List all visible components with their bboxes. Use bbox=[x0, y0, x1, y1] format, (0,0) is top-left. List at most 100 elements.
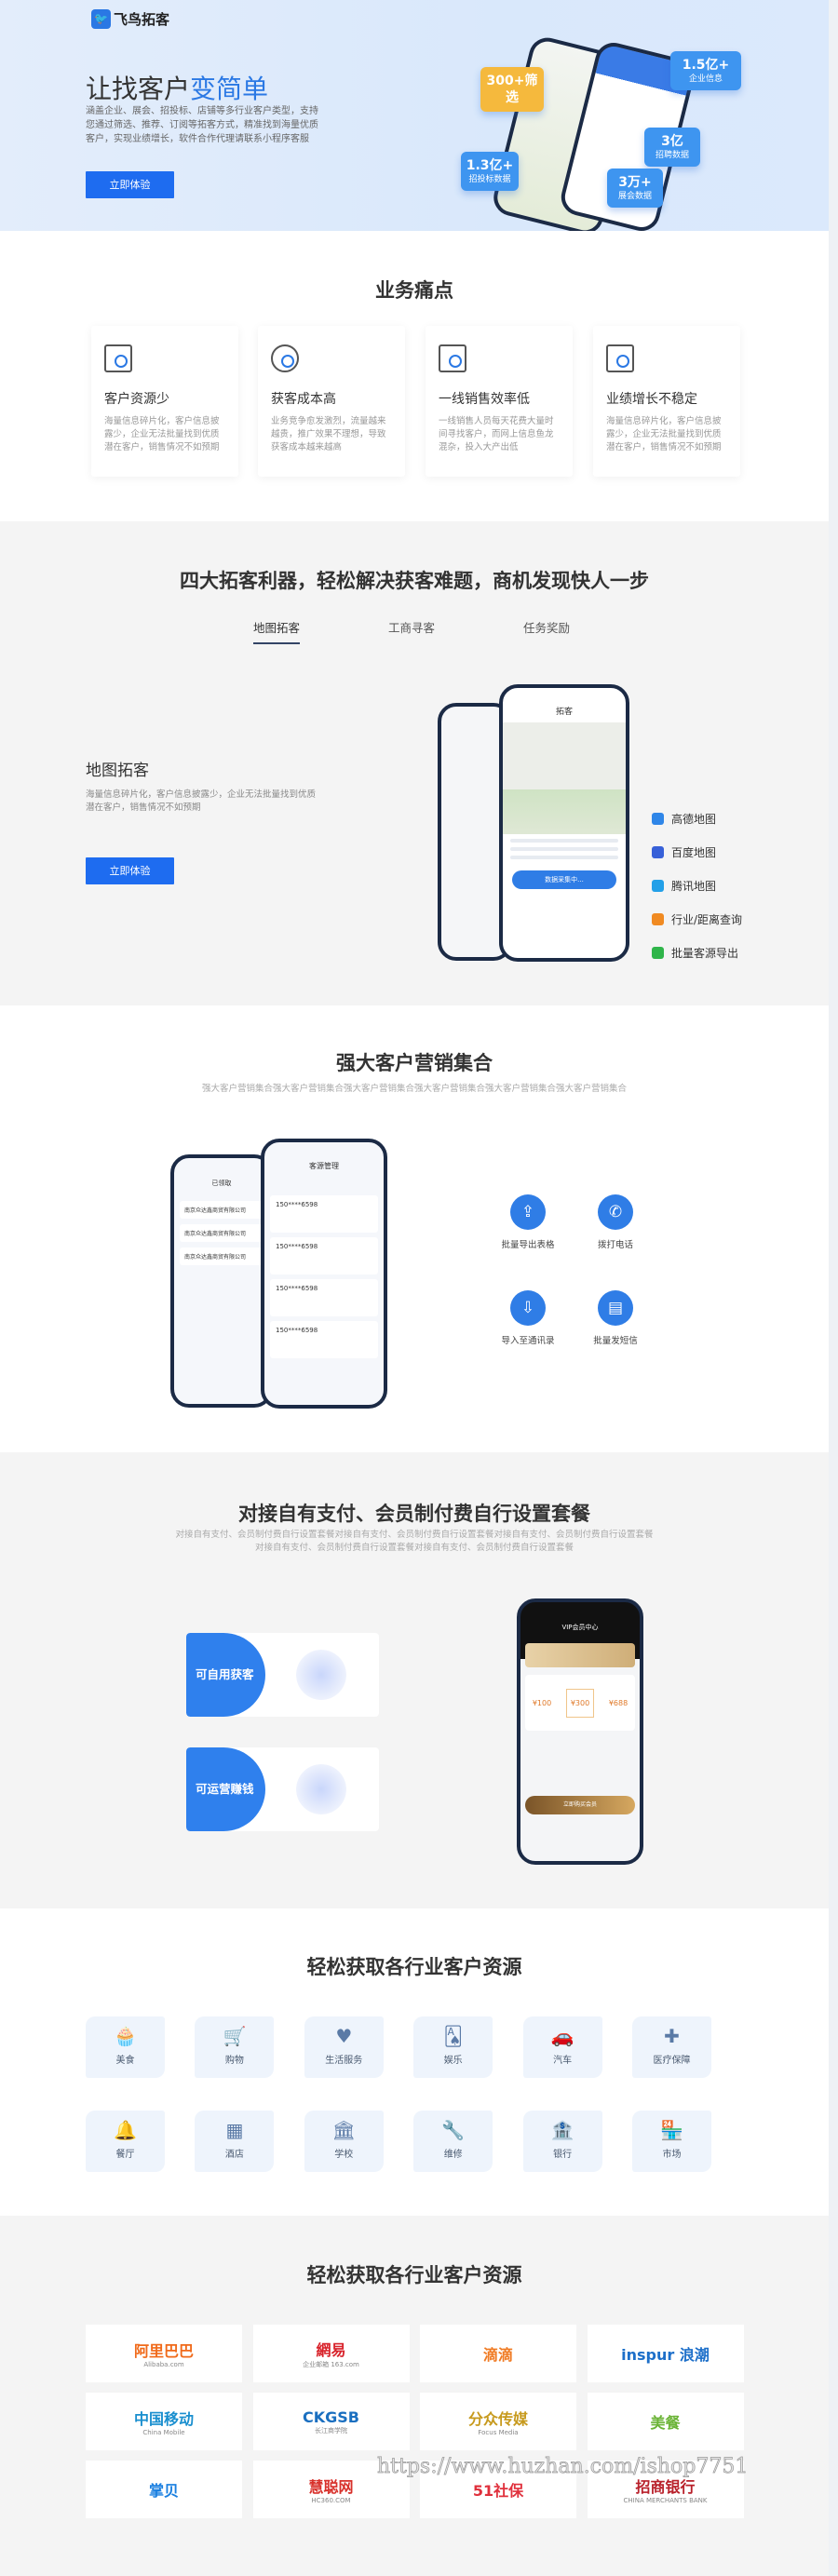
action-call[interactable]: ✆ 拨打电话 bbox=[569, 1194, 662, 1250]
industry-label: 生活服务 bbox=[325, 2056, 363, 2066]
industry-tile[interactable]: ♥ 生活服务 bbox=[304, 2016, 384, 2078]
map-source-item: 行业/距离查询 bbox=[652, 911, 742, 927]
client-logo: CKGSB 长江商学院 bbox=[252, 2393, 410, 2450]
clients-section: 轻松获取各行业客户资源 阿里巴巴 Alibaba.com 網易 企业邮箱 163.co… bbox=[0, 2216, 829, 2576]
phone-mockup-leads: 客源管理 150****6598 150****6598 150****6598… bbox=[261, 1139, 387, 1409]
section-title: 强大客户营销集合 bbox=[336, 1052, 493, 1074]
industry-tile[interactable]: 🧁 美食 bbox=[86, 2016, 165, 2078]
industry-label: 医疗保障 bbox=[653, 2056, 691, 2066]
phone-mockup-claimed: 已领取 南京众达鑫商贸有限公司 南京众达鑫商贸有限公司 南京众达鑫商贸有限公司 bbox=[170, 1154, 273, 1408]
tab-map[interactable]: 地图拓客 bbox=[253, 618, 301, 644]
payment-section: 对接自有支付、会员制付费自行设置套餐 对接自有支付、会员制付费自行设置套餐对接自… bbox=[0, 1452, 829, 1908]
industry-icon: 🂡 bbox=[443, 2025, 463, 2047]
industry-icon: 🏛 bbox=[331, 2119, 356, 2141]
client-logo: inspur 浪潮 bbox=[587, 2325, 744, 2382]
section-title: 轻松获取各行业客户资源 bbox=[306, 2264, 522, 2286]
hero-title-a: 让找客户 bbox=[86, 74, 191, 104]
card-desc: 海量信息碎片化，客户信息披露少，企业无法批量找到优质潜在客户，销售情况不如预期 bbox=[104, 416, 220, 452]
client-logo: 滴滴 bbox=[420, 2325, 576, 2382]
industry-tile[interactable]: 🏪 市场 bbox=[632, 2111, 711, 2172]
card-desc: 一线销售人员每天花费大量时间寻找客户，而网上信息鱼龙混杂，投入大产出低 bbox=[439, 416, 554, 452]
industry-label: 维修 bbox=[443, 2150, 463, 2160]
industry-icon: 🔧 bbox=[441, 2119, 466, 2141]
card-title: 一线销售效率低 bbox=[439, 392, 530, 407]
try-now-button[interactable]: 立即体验 bbox=[86, 857, 174, 884]
customer-search-icon bbox=[104, 344, 132, 372]
hero-title: 让找客户变简单 bbox=[86, 69, 268, 106]
action-export-table[interactable]: ⇪ 批量导出表格 bbox=[481, 1194, 574, 1250]
user-icon bbox=[296, 1650, 346, 1700]
hero-description: 涵盖企业、展会、招投标、店铺等多行业客户类型，支持您通过筛选、推荐、订阅等拓客方… bbox=[86, 106, 318, 144]
bird-icon: 🐦 bbox=[91, 9, 111, 29]
tab-business[interactable]: 工商寻客 bbox=[388, 618, 435, 636]
client-logo: 美餐 bbox=[587, 2393, 744, 2450]
amap-icon bbox=[652, 813, 664, 825]
section-subtitle: 对接自有支付、会员制付费自行设置套餐对接自有支付、会员制付费自行设置套餐 bbox=[254, 1543, 574, 1553]
tools-section: 四大拓客利器，轻松解决获客难题，商机发现快人一步 地图拓客 工商寻客 任务奖励 … bbox=[0, 521, 829, 1005]
map-source-item: 百度地图 bbox=[652, 844, 716, 860]
watermark: https://www.huzhan.com/ishop7751 bbox=[377, 2455, 749, 2479]
phone-title: 拓客 bbox=[555, 708, 573, 717]
monitor-chart-icon bbox=[296, 1764, 346, 1814]
industry-tile[interactable]: ▦ 酒店 bbox=[195, 2111, 275, 2172]
industry-icon: 🏪 bbox=[660, 2119, 683, 2141]
trend-chart-icon bbox=[606, 344, 634, 372]
industry-label: 购物 bbox=[224, 2056, 244, 2066]
industry-tile[interactable]: 🚗 汽车 bbox=[522, 2016, 602, 2078]
feature-card-self-use: 可自用获客 bbox=[186, 1633, 379, 1717]
brand-logo[interactable]: 🐦 飞鸟拓客 bbox=[91, 9, 169, 29]
industry-label: 学校 bbox=[334, 2150, 354, 2160]
industry-tile[interactable]: 🂡 娱乐 bbox=[413, 2016, 493, 2078]
pain-card: 获客成本高 业务竞争愈发激烈，流量越来越贵，推广效果不理想，导致获客成本越来越高 bbox=[258, 326, 405, 477]
industry-tile[interactable]: 🛒 购物 bbox=[195, 2016, 275, 2078]
section-title: 对接自有支付、会员制付费自行设置套餐 bbox=[238, 1503, 590, 1525]
pain-card: 业绩增长不稳定 海量信息碎片化，客户信息披露少，企业无法批量找到优质潜在客户，销售… bbox=[593, 326, 740, 477]
action-send-sms[interactable]: ▤ 批量发短信 bbox=[569, 1290, 662, 1346]
section-subtitle: 强大客户营销集合强大客户营销集合强大客户营销集合强大客户营销集合强大客户营销集合… bbox=[201, 1084, 627, 1094]
industry-tile[interactable]: 🔔 餐厅 bbox=[86, 2111, 165, 2172]
card-desc: 海量信息碎片化，客户信息披露少，企业无法批量找到优质潜在客户，销售情况不如预期 bbox=[606, 416, 722, 452]
industry-tile[interactable]: 🔧 维修 bbox=[413, 2111, 493, 2172]
map-source-item: 腾讯地图 bbox=[652, 878, 716, 894]
hero-title-highlight: 变简单 bbox=[190, 74, 269, 104]
try-now-button[interactable]: 立即体验 bbox=[86, 171, 174, 198]
industry-tile[interactable]: 🏛 学校 bbox=[304, 2111, 384, 2172]
client-logo: 掌贝 bbox=[86, 2461, 242, 2518]
section-title: 业务痛点 bbox=[375, 279, 453, 302]
export-icon bbox=[652, 947, 664, 959]
industry-label: 市场 bbox=[662, 2150, 682, 2160]
pain-points-section: 业务痛点 客户资源少海量信息碎片化，客户信息披露少，企业无法批量找到优质潜在客户… bbox=[0, 231, 829, 521]
industry-tile[interactable]: ✚ 医疗保障 bbox=[632, 2016, 711, 2078]
marketing-section: 强大客户营销集合 强大客户营销集合强大客户营销集合强大客户营销集合强大客户营销集… bbox=[0, 1005, 829, 1452]
collect-button: 数据采集中... bbox=[512, 870, 616, 889]
industry-label: 娱乐 bbox=[443, 2056, 463, 2066]
card-desc: 业务竞争愈发激烈，流量越来越贵，推广效果不理想，导致获客成本越来越高 bbox=[271, 416, 386, 452]
section-subtitle: 对接自有支付、会员制付费自行设置套餐对接自有支付、会员制付费自行设置套餐对接自有… bbox=[175, 1530, 654, 1540]
card-title: 客户资源少 bbox=[104, 392, 169, 407]
baidu-map-icon bbox=[652, 846, 664, 858]
yen-cost-icon bbox=[271, 344, 299, 372]
map-source-item: 高德地图 bbox=[652, 811, 716, 827]
hero-section: 🐦 飞鸟拓客 让找客户变简单 涵盖企业、展会、招投标、店铺等多行业客户类型，支持… bbox=[0, 0, 829, 238]
industry-icon: 🚗 bbox=[550, 2025, 574, 2047]
download-icon: ⇩ bbox=[510, 1290, 546, 1326]
industry-label: 酒店 bbox=[224, 2150, 244, 2160]
industry-label: 美食 bbox=[115, 2056, 135, 2066]
action-import-contacts[interactable]: ⇩ 导入至通讯录 bbox=[481, 1290, 574, 1346]
sms-icon: ▤ bbox=[598, 1290, 633, 1326]
industry-tile[interactable]: 🏦 银行 bbox=[522, 2111, 602, 2172]
page-scrollbar-gutter bbox=[829, 0, 838, 2576]
pain-card: 一线销售效率低一线销售人员每天花费大量时间寻找客户，而网上信息鱼龙混杂，投入大产… bbox=[426, 326, 573, 477]
tab-rewards[interactable]: 任务奖励 bbox=[523, 618, 570, 636]
industry-icon: ✚ bbox=[664, 2025, 680, 2047]
industry-icon: 🏦 bbox=[550, 2119, 574, 2141]
industry-icon: ▦ bbox=[225, 2119, 244, 2141]
industry-label: 汽车 bbox=[553, 2056, 573, 2066]
section-title: 四大拓客利器，轻松解决获客难题，商机发现快人一步 bbox=[180, 570, 649, 592]
map-source-item: 批量客源导出 bbox=[652, 945, 738, 961]
phone-mockup-map: 拓客 数据采集中... bbox=[499, 684, 629, 962]
stat-badge: 1.5亿+ 企业信息 bbox=[670, 51, 741, 90]
stat-badge: 300+筛选 bbox=[480, 67, 544, 112]
phone-icon: ✆ bbox=[598, 1194, 633, 1230]
industries-section: 轻松获取各行业客户资源 🧁 美食 🛒 购物 ♥ 生活服务 🂡 娱乐 🚗 汽车 ✚ 医疗保障 🔔 餐厅 ▦ 酒店… bbox=[0, 1908, 829, 2216]
